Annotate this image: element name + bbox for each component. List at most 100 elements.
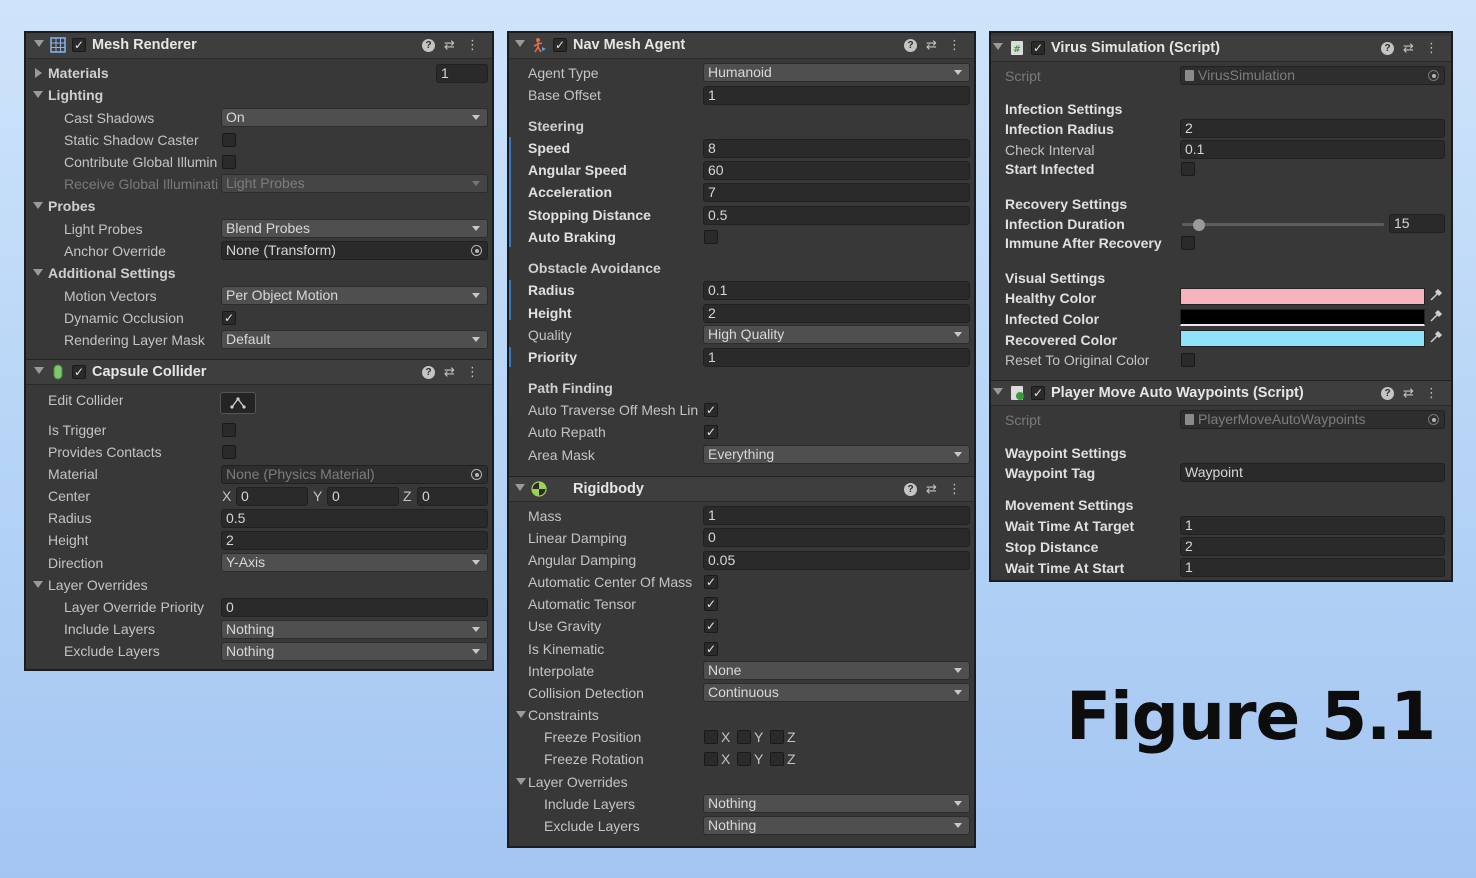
fold-arrow-icon[interactable] (993, 388, 1003, 395)
direction-dropdown[interactable]: Y-Axis (221, 553, 488, 572)
is-kinematic-checkbox[interactable]: ✓ (704, 642, 718, 656)
static-shadow-caster-checkbox[interactable] (222, 133, 236, 147)
angular-speed-field[interactable]: 60 (703, 161, 970, 180)
help-icon[interactable]: ? (422, 39, 435, 52)
nav-mesh-agent-enabled-checkbox[interactable]: ✓ (553, 38, 567, 52)
rb-exclude-layers-dropdown[interactable]: Nothing (703, 816, 970, 835)
reset-color-checkbox[interactable] (1181, 353, 1195, 367)
capsule-collider-enabled-checkbox[interactable]: ✓ (72, 365, 86, 379)
lighting-label[interactable]: Lighting (48, 86, 103, 104)
object-picker-icon[interactable] (1428, 414, 1439, 425)
presets-icon[interactable]: ⇄ (926, 481, 937, 497)
center-z-axis-label[interactable]: Z (403, 487, 412, 505)
center-z-field[interactable]: 0 (417, 487, 488, 506)
probes-fold-icon[interactable] (33, 202, 43, 209)
player-move-header[interactable]: ✓ Player Move Auto Waypoints (Script) ? … (991, 380, 1451, 406)
speed-field[interactable]: 8 (703, 139, 970, 158)
help-icon[interactable]: ? (1381, 42, 1394, 55)
fold-arrow-icon[interactable] (34, 40, 44, 47)
material-field[interactable]: None (Physics Material) (221, 465, 488, 484)
stopping-distance-field[interactable]: 0.5 (703, 206, 970, 225)
collision-detection-dropdown[interactable]: Continuous (703, 683, 970, 702)
center-y-axis-label[interactable]: Y (313, 487, 322, 505)
infection-duration-slider-handle[interactable] (1193, 219, 1205, 231)
auto-traverse-checkbox[interactable]: ✓ (704, 403, 718, 417)
menu-icon[interactable]: ⋮ (466, 364, 479, 380)
capsule-collider-header[interactable]: ✓ Capsule Collider ? ⇄ ⋮ (26, 359, 492, 385)
mesh-renderer-enabled-checkbox[interactable]: ✓ (72, 38, 86, 52)
layer-overrides-label[interactable]: Layer Overrides (48, 576, 148, 594)
help-icon[interactable]: ? (904, 39, 917, 52)
lighting-fold-icon[interactable] (33, 91, 43, 98)
script-field[interactable]: VirusSimulation (1180, 66, 1445, 85)
nav-mesh-agent-header[interactable]: ✓ Nav Mesh Agent ? ⇄ ⋮ (509, 33, 974, 59)
infected-color-swatch[interactable] (1180, 309, 1425, 326)
dynamic-occlusion-checkbox[interactable]: ✓ (222, 311, 236, 325)
materials-fold-icon[interactable] (35, 68, 42, 78)
freeze-rotation-y-checkbox[interactable] (737, 752, 751, 766)
stop-distance-field[interactable]: 2 (1180, 537, 1445, 556)
motion-vectors-dropdown[interactable]: Per Object Motion (221, 286, 488, 305)
eyedropper-icon[interactable] (1428, 309, 1444, 325)
is-trigger-checkbox[interactable] (222, 423, 236, 437)
check-interval-field[interactable]: 0.1 (1180, 140, 1445, 159)
virus-simulation-header[interactable]: # ✓ Virus Simulation (Script) ? ⇄ ⋮ (991, 36, 1451, 62)
constraints-fold-icon[interactable] (516, 711, 526, 718)
edit-collider-button[interactable] (220, 392, 256, 414)
help-icon[interactable]: ? (422, 366, 435, 379)
use-gravity-checkbox[interactable]: ✓ (704, 619, 718, 633)
include-layers-dropdown[interactable]: Nothing (221, 620, 488, 639)
materials-count-field[interactable]: 1 (436, 64, 488, 83)
menu-icon[interactable]: ⋮ (948, 481, 961, 497)
angular-damping-field[interactable]: 0.05 (703, 551, 970, 570)
mass-field[interactable]: 1 (703, 506, 970, 525)
additional-fold-icon[interactable] (33, 269, 43, 276)
base-offset-field[interactable]: 1 (703, 86, 970, 105)
constraints-label[interactable]: Constraints (528, 706, 599, 724)
freeze-rotation-x-checkbox[interactable] (704, 752, 718, 766)
auto-repath-checkbox[interactable]: ✓ (704, 425, 718, 439)
presets-icon[interactable]: ⇄ (1403, 40, 1414, 56)
additional-settings-label[interactable]: Additional Settings (48, 264, 176, 282)
presets-icon[interactable]: ⇄ (1403, 385, 1414, 401)
priority-field[interactable]: 1 (703, 348, 970, 367)
quality-dropdown[interactable]: High Quality (703, 325, 970, 344)
exclude-layers-dropdown[interactable]: Nothing (221, 642, 488, 661)
rb-include-layers-dropdown[interactable]: Nothing (703, 794, 970, 813)
center-y-field[interactable]: 0 (327, 487, 399, 506)
provides-contacts-checkbox[interactable] (222, 445, 236, 459)
infection-radius-field[interactable]: 2 (1180, 119, 1445, 138)
freeze-rotation-z-checkbox[interactable] (770, 752, 784, 766)
menu-icon[interactable]: ⋮ (1425, 40, 1438, 56)
acceleration-field[interactable]: 7 (703, 183, 970, 202)
healthy-color-swatch[interactable] (1180, 288, 1425, 305)
rb-layer-overrides-fold-icon[interactable] (516, 778, 526, 785)
object-picker-icon[interactable] (471, 469, 482, 480)
fold-arrow-icon[interactable] (34, 367, 44, 374)
help-icon[interactable]: ? (904, 483, 917, 496)
contribute-gi-checkbox[interactable] (222, 155, 236, 169)
wait-time-start-field[interactable]: 1 (1180, 558, 1445, 577)
area-mask-dropdown[interactable]: Everything (703, 445, 970, 464)
freeze-position-x-checkbox[interactable] (704, 730, 718, 744)
fold-arrow-icon[interactable] (515, 484, 525, 491)
light-probes-dropdown[interactable]: Blend Probes (221, 219, 488, 238)
fold-arrow-icon[interactable] (993, 43, 1003, 50)
infection-duration-field[interactable]: 15 (1389, 214, 1445, 233)
auto-tensor-checkbox[interactable]: ✓ (704, 597, 718, 611)
rb-layer-overrides-label[interactable]: Layer Overrides (528, 773, 628, 791)
eyedropper-icon[interactable] (1428, 288, 1444, 304)
immune-after-recovery-checkbox[interactable] (1181, 236, 1195, 250)
eyedropper-icon[interactable] (1428, 330, 1444, 346)
height-field[interactable]: 2 (221, 531, 488, 550)
help-icon[interactable]: ? (1381, 387, 1394, 400)
interpolate-dropdown[interactable]: None (703, 661, 970, 680)
freeze-position-y-checkbox[interactable] (737, 730, 751, 744)
rigidbody-header[interactable]: Rigidbody ? ⇄ ⋮ (509, 476, 974, 502)
fold-arrow-icon[interactable] (515, 40, 525, 47)
layer-override-priority-field[interactable]: 0 (221, 598, 488, 617)
nav-height-field[interactable]: 2 (703, 304, 970, 323)
auto-center-mass-checkbox[interactable]: ✓ (704, 575, 718, 589)
receive-gi-dropdown[interactable]: Light Probes (221, 174, 488, 193)
probes-label[interactable]: Probes (48, 197, 95, 215)
